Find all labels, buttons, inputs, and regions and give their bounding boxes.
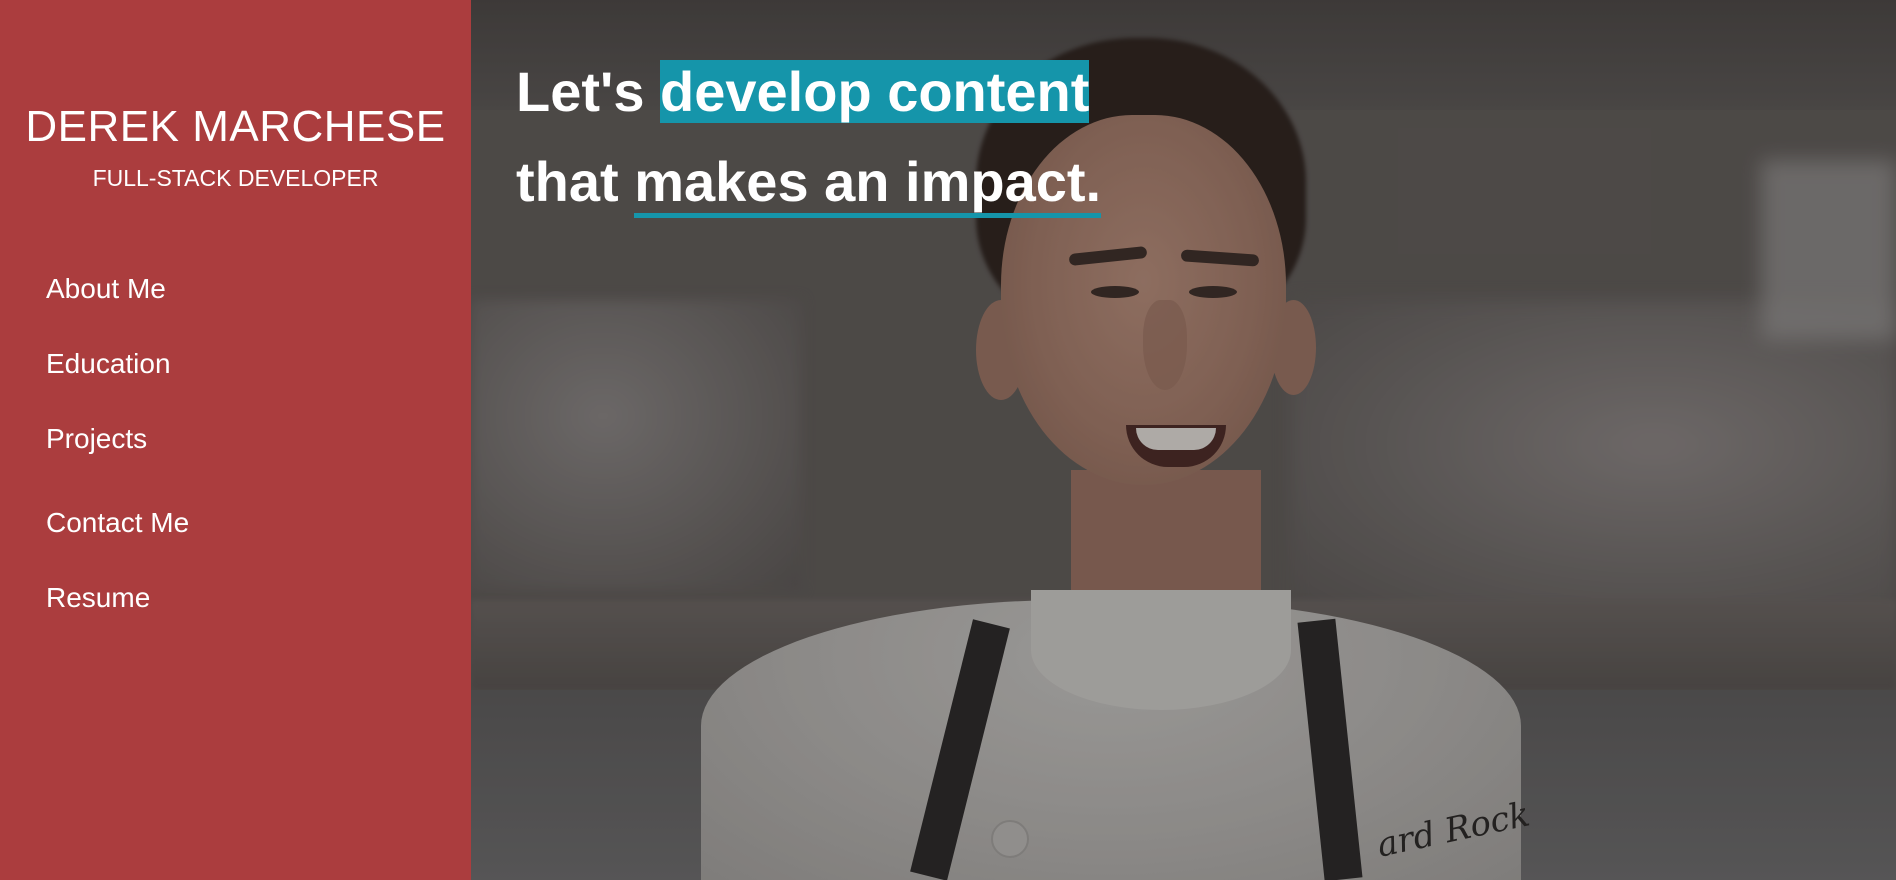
headline-highlight: develop content: [660, 60, 1090, 123]
page: DEREK MARCHESE FULL-STACK DEVELOPER Abou…: [0, 0, 1896, 880]
nav-link-about-me[interactable]: About Me: [46, 272, 189, 306]
hero-headline: Let's develop content that makes an impa…: [516, 60, 1102, 218]
sidebar: DEREK MARCHESE FULL-STACK DEVELOPER Abou…: [0, 0, 471, 880]
headline-underlined: makes an impact.: [634, 150, 1102, 218]
headline-line-1: Let's develop content: [516, 60, 1101, 124]
hero-section: ard Rock Let's develop content that make…: [471, 0, 1896, 880]
nav-link-education[interactable]: Education: [46, 347, 189, 381]
nav-link-resume[interactable]: Resume: [46, 581, 189, 615]
nav-link-projects[interactable]: Projects: [46, 422, 189, 456]
nav-link-contact-me[interactable]: Contact Me: [46, 506, 189, 540]
brand: DEREK MARCHESE FULL-STACK DEVELOPER: [0, 102, 471, 192]
sidebar-nav: About Me Education Projects Contact Me R…: [46, 272, 189, 656]
headline-line-2: that makes an impact.: [516, 150, 1102, 218]
headline-text: Let's: [516, 60, 661, 123]
headline-text: that: [516, 150, 635, 213]
site-owner-name[interactable]: DEREK MARCHESE: [0, 102, 471, 152]
site-owner-role: FULL-STACK DEVELOPER: [92, 165, 379, 191]
